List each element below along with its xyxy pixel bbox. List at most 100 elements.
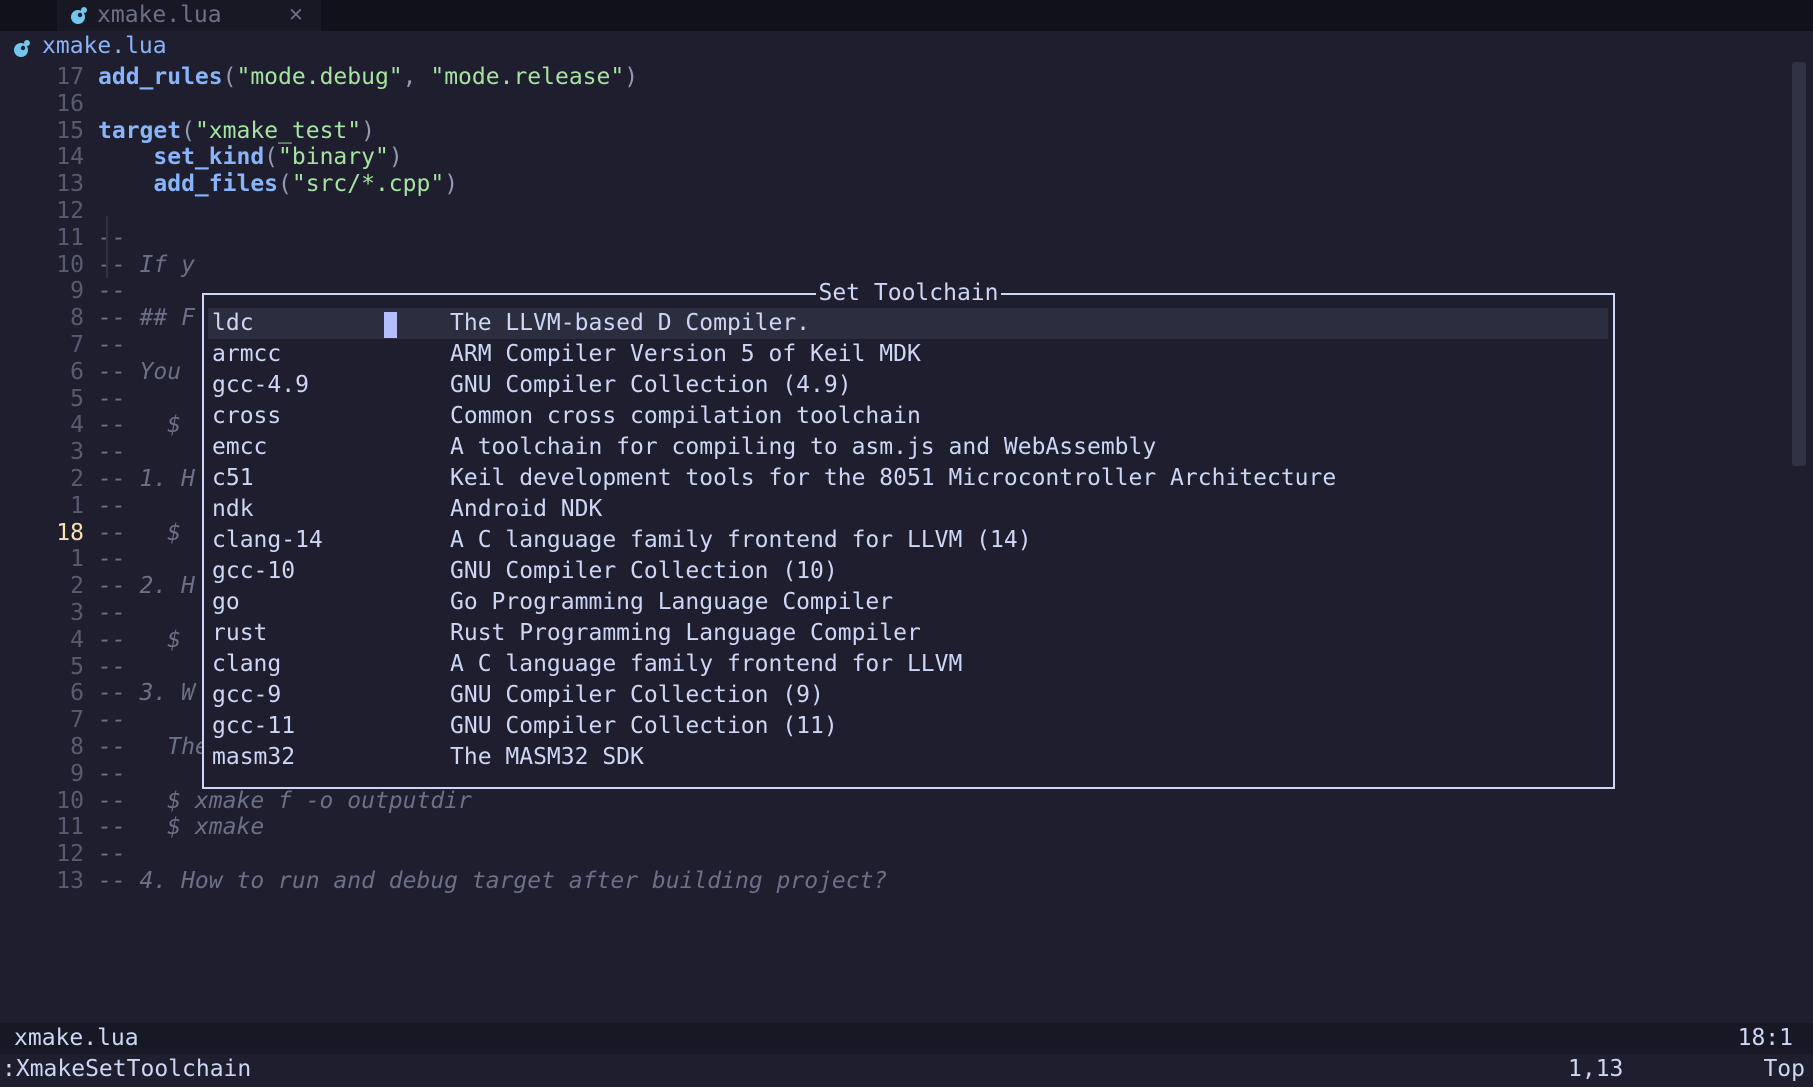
code-line[interactable]: 13 -- 4. How to run and debug target afte… [0,866,1780,897]
toolchain-description: ARM Compiler Version 5 of Keil MDK [450,341,921,367]
toolchain-option-ldc[interactable]: ldc The LLVM-based D Compiler. [208,308,1608,339]
function-token: set_kind [153,144,265,171]
code-token: ( [222,64,237,90]
toolchain-description: The LLVM-based D Compiler. [450,310,811,336]
string-token: "src/*.cpp" [291,171,445,198]
toolchain-name: ndk [212,496,254,522]
toolchain-description: GNU Compiler Collection (9) [450,682,824,708]
comment-token: -- $ [98,626,182,653]
close-icon[interactable]: ✕ [289,1,303,28]
toolchain-option-emcc[interactable]: emcc A toolchain for compiling to asm.js … [208,432,1608,463]
comment-token: -- 1. H [98,466,195,492]
toolchain-option-gcc-4.9[interactable]: gcc-4.9 GNU Compiler Collection (4.9) [208,370,1608,401]
toolchain-option-clang[interactable]: clang A C language family frontend for LL… [208,649,1608,680]
toolchain-name: emcc [212,434,268,460]
comment-token: -- $ xmake [98,814,265,841]
code-token: ) [444,171,459,198]
toolchain-name: clang-14 [212,527,323,553]
string-token: "xmake_test" [194,117,362,144]
toolchain-description: GNU Compiler Collection (10) [450,558,838,584]
comment-token: -- [98,385,126,412]
toolchain-name: masm32 [212,744,296,770]
statusline: xmake.lua 18:1 [0,1023,1813,1054]
command-line[interactable]: :XmakeSetToolchain 1,13 Top [0,1054,1813,1087]
tab-label: xmake.lua [97,2,222,28]
toolchain-description: Common cross compilation toolchain [450,403,921,429]
code-token: ( [264,144,279,171]
function-token: target [98,117,182,144]
toolchain-picker: Set Toolchain ldc The LLVM-based D Compil… [202,280,1615,789]
comment-token: -- $ xmake f -o outputdir [98,787,472,814]
ruler-scroll: Top [1763,1056,1805,1082]
comment-token: -- ## F [98,305,195,332]
scrollbar-thumb[interactable] [1792,62,1806,466]
toolchain-option-gcc-10[interactable]: gcc-10 GNU Compiler Collection (10) [208,556,1608,587]
toolchain-description: GNU Compiler Collection (11) [450,713,838,739]
toolchain-option-go[interactable]: go Go Programming Language Compiler [208,587,1608,618]
comment-token: -- [98,707,126,734]
toolchain-description: GNU Compiler Collection (4.9) [450,372,852,398]
toolchain-name: armcc [212,341,282,367]
popup-title-text: Set Toolchain [816,280,1001,306]
comment-token: -- 4. How to run and debug target after … [98,868,888,894]
code-token: ( [181,117,195,144]
comment-token: -- $ [98,412,182,439]
toolchain-description: A toolchain for compiling to asm.js and … [450,434,1157,460]
function-token: add_rules [98,64,223,90]
toolchain-name: rust [212,620,268,646]
string-token: "mode.debug" [236,64,403,90]
code-token: ) [624,64,639,90]
popup-title: Set Toolchain [204,278,1613,309]
comment-token: -- [98,760,126,787]
tab-xmake-lua[interactable]: xmake.lua ✕ [57,0,321,31]
comment-token: -- [98,224,126,251]
toolchain-description: A C language family frontend for LLVM (1… [450,527,1032,553]
toolchain-option-gcc-9[interactable]: gcc-9 GNU Compiler Collection (9) [208,680,1608,711]
toolchain-description: The MASM32 SDK [450,744,644,770]
comment-token: -- 2. H [98,573,195,600]
toolchain-option-c51[interactable]: c51 Keil development tools for the 8051 M… [208,463,1608,494]
line-code: -- 4. How to run and debug target after … [98,866,887,897]
toolchain-description: Go Programming Language Compiler [450,589,894,615]
string-token: "mode.release" [430,64,625,90]
toolchain-option-masm32[interactable]: masm32 The MASM32 SDK [208,742,1608,773]
comment-token: -- [98,332,126,358]
function-token: add_files [153,171,279,198]
status-filename: xmake.lua [14,1025,139,1051]
comment-token: -- [98,600,126,626]
code-token: , [402,64,431,90]
string-token: "binary" [278,144,389,171]
comment-token: -- [98,653,126,680]
lua-file-icon [69,6,89,32]
comment-token: -- 3. W [98,680,195,707]
command-text: :XmakeSetToolchain [2,1056,252,1082]
toolchain-name: ldc [212,310,254,336]
toolchain-option-cross[interactable]: cross Common cross compilation toolchain [208,401,1608,432]
comment-token: -- [98,546,126,573]
toolchain-option-rust[interactable]: rust Rust Programming Language Compiler [208,618,1608,649]
toolchain-name: gcc-4.9 [212,372,309,398]
comment-token: -- [98,278,126,305]
toolchain-option-armcc[interactable]: armcc ARM Compiler Version 5 of Keil MDK [208,339,1608,370]
toolchain-description: Keil development tools for the 8051 Micr… [450,465,1337,491]
ruler-position: 1,13 [1568,1056,1624,1082]
line-number: 13 [56,868,84,894]
text-cursor [384,312,397,338]
toolchain-description: Android NDK [450,496,603,522]
comment-token: -- [98,492,126,519]
toolchain-name: cross [212,403,282,429]
toolchain-name: clang [212,651,282,677]
comment-token: -- $ [98,519,182,546]
toolchain-option-ndk[interactable]: ndk Android NDK [208,494,1608,525]
comment-token: -- If y [98,251,195,278]
comment-token: -- [98,841,126,868]
comment-token: -- [98,439,126,466]
winbar-filename: xmake.lua [42,33,167,59]
toolchain-option-clang-14[interactable]: clang-14 A C language family frontend for… [208,525,1608,556]
toolchain-option-gcc-11[interactable]: gcc-11 GNU Compiler Collection (11) [208,711,1608,742]
toolchain-name: gcc-9 [212,682,282,708]
toolchain-name: c51 [212,465,254,491]
tabline: xmake.lua ✕ [0,0,1813,31]
